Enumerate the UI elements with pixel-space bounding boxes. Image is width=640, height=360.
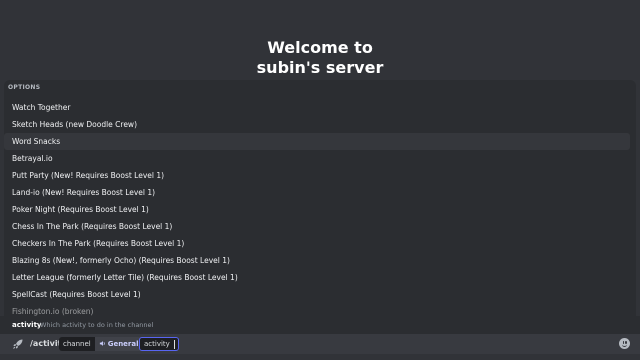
rocket-icon bbox=[13, 339, 23, 349]
option-item[interactable]: Putt Party (New! Requires Boost Level 1) bbox=[4, 167, 630, 184]
welcome-line-2: subin's server bbox=[256, 58, 384, 77]
message-composer[interactable]: /activity channel General activity bbox=[0, 334, 640, 354]
option-item[interactable]: SpellCast (Requires Boost Level 1) bbox=[4, 286, 630, 303]
option-item[interactable]: Poker Night (Requires Boost Level 1) bbox=[4, 201, 630, 218]
option-item[interactable]: Checkers In The Park (Requires Boost Lev… bbox=[4, 235, 630, 252]
activity-option-label: activity bbox=[144, 340, 170, 348]
speaker-icon bbox=[99, 341, 105, 346]
emoji-smile-icon[interactable] bbox=[619, 338, 630, 349]
option-item[interactable]: Betrayal.io bbox=[4, 150, 630, 167]
options-header: OPTIONS bbox=[8, 84, 41, 91]
options-list: Watch Together Sketch Heads (new Doodle … bbox=[4, 99, 636, 316]
option-item[interactable]: Fishington.io (broken) bbox=[4, 303, 630, 316]
option-item[interactable]: Blazing 8s (New!, formerly Ocho) (Requir… bbox=[4, 252, 630, 269]
channel-option-chip[interactable]: channel General bbox=[59, 337, 143, 351]
welcome-heading: Welcome to subin's server bbox=[0, 38, 640, 78]
argument-description: Which activity to do in the channel bbox=[40, 321, 154, 329]
option-item[interactable]: Sketch Heads (new Doodle Crew) bbox=[4, 116, 630, 133]
channel-value-text: General bbox=[107, 340, 139, 348]
welcome-line-1: Welcome to bbox=[267, 38, 373, 57]
channel-option-value[interactable]: General bbox=[94, 337, 143, 351]
option-item[interactable]: Watch Together bbox=[4, 99, 630, 116]
options-autocomplete: OPTIONS Watch Together Sketch Heads (new… bbox=[4, 80, 636, 316]
activity-option-chip[interactable]: activity bbox=[139, 337, 179, 351]
option-item-highlighted[interactable]: Word Snacks bbox=[4, 133, 630, 150]
text-caret bbox=[173, 339, 175, 349]
option-item[interactable]: Letter League (formerly Letter Tile) (Re… bbox=[4, 269, 630, 286]
channel-option-label: channel bbox=[63, 340, 91, 348]
option-item[interactable]: Chess In The Park (Requires Boost Level … bbox=[4, 218, 630, 235]
argument-hint: activity Which activity to do in the cha… bbox=[0, 316, 640, 334]
argument-name: activity bbox=[12, 321, 42, 329]
option-item[interactable]: Land-io (New! Requires Boost Level 1) bbox=[4, 184, 630, 201]
